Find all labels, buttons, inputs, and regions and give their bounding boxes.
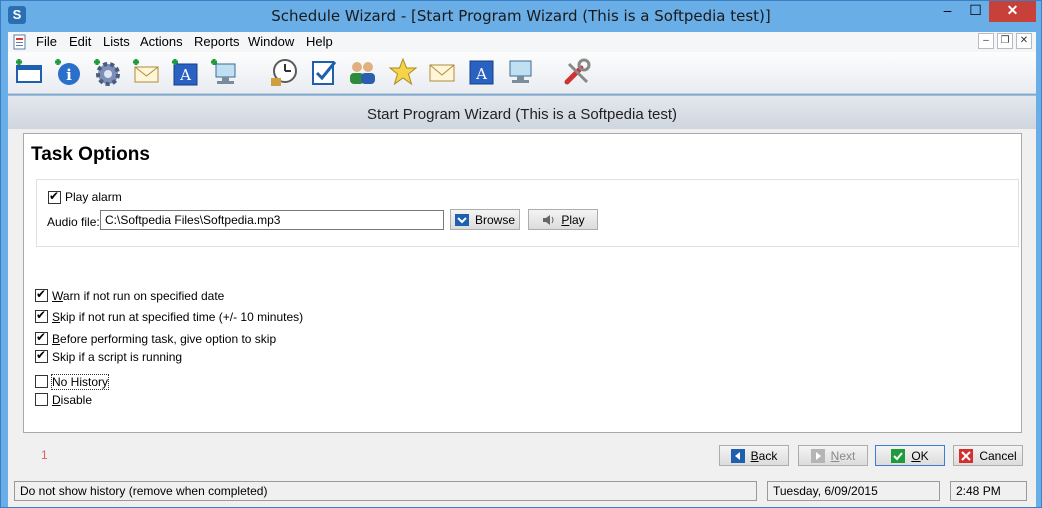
mdi-restore-button[interactable]: ❐ bbox=[997, 33, 1013, 49]
page-number: 1 bbox=[41, 448, 48, 462]
status-message: Do not show history (remove when complet… bbox=[14, 481, 757, 501]
give-option-skip-checkbox[interactable] bbox=[35, 330, 48, 345]
clock-icon[interactable] bbox=[268, 56, 300, 88]
new-event-icon[interactable] bbox=[13, 56, 45, 88]
toolbar: i A A bbox=[8, 52, 1036, 94]
network-icon[interactable] bbox=[504, 56, 536, 88]
add-email-icon[interactable] bbox=[130, 56, 162, 88]
add-gear-icon[interactable] bbox=[91, 56, 123, 88]
menu-help[interactable]: Help bbox=[306, 34, 333, 49]
cancel-x-icon bbox=[959, 448, 974, 463]
add-message-icon[interactable]: A bbox=[169, 56, 201, 88]
play-alarm-checkbox[interactable] bbox=[48, 189, 61, 204]
menu-lists[interactable]: Lists bbox=[103, 34, 130, 49]
play-alarm-label[interactable]: Play alarm bbox=[65, 190, 122, 204]
section-title: Task Options bbox=[31, 144, 150, 165]
status-bar: Do not show history (remove when complet… bbox=[8, 477, 1036, 507]
wizard-content: Task Options Play alarm Audio file: C:\S… bbox=[8, 129, 1036, 477]
next-label: Next bbox=[830, 448, 856, 463]
next-button[interactable]: Next bbox=[798, 445, 868, 466]
ok-label: OK bbox=[911, 448, 929, 463]
disable-checkbox[interactable] bbox=[35, 393, 48, 406]
mdi-minimize-button[interactable]: – bbox=[978, 33, 994, 49]
star-icon[interactable] bbox=[387, 56, 419, 88]
ok-check-icon bbox=[891, 448, 906, 463]
status-time: 2:48 PM bbox=[950, 481, 1027, 501]
warn-not-run-checkbox[interactable] bbox=[35, 287, 48, 302]
back-arrow-icon bbox=[730, 448, 745, 463]
message-icon[interactable]: A bbox=[465, 56, 497, 88]
menu-actions[interactable]: Actions bbox=[140, 34, 183, 49]
play-label: Play bbox=[561, 212, 585, 227]
svg-text:A: A bbox=[475, 65, 487, 83]
mdi-close-button[interactable]: ✕ bbox=[1016, 33, 1032, 49]
svg-text:i: i bbox=[66, 66, 72, 84]
users-icon[interactable] bbox=[346, 56, 378, 88]
play-button[interactable]: Play bbox=[528, 209, 598, 230]
back-button[interactable]: Back bbox=[719, 445, 789, 466]
task-check-icon[interactable] bbox=[308, 56, 340, 88]
menu-edit[interactable]: Edit bbox=[69, 34, 91, 49]
audio-file-label: Audio file: bbox=[47, 215, 100, 229]
minimize-button[interactable]: – bbox=[934, 1, 961, 22]
cancel-button[interactable]: Cancel bbox=[953, 445, 1023, 466]
task-options-panel: Task Options Play alarm Audio file: C:\S… bbox=[23, 133, 1022, 433]
menu-reports[interactable]: Reports bbox=[194, 34, 240, 49]
menu-bar: File Edit Lists Actions Reports Window H… bbox=[8, 32, 1036, 52]
speaker-icon bbox=[543, 214, 554, 225]
add-network-icon[interactable] bbox=[208, 56, 240, 88]
skip-not-run-checkbox[interactable] bbox=[35, 308, 48, 323]
email-icon[interactable] bbox=[426, 56, 458, 88]
window-title: Schedule Wizard - [Start Program Wizard … bbox=[271, 7, 771, 25]
add-info-icon[interactable]: i bbox=[52, 56, 84, 88]
menu-window[interactable]: Window bbox=[248, 34, 294, 49]
alarm-group: Play alarm Audio file: C:\Softpedia File… bbox=[36, 179, 1019, 247]
no-history-checkbox[interactable] bbox=[35, 375, 48, 388]
skip-script-running-label[interactable]: Skip if a script is running bbox=[52, 350, 182, 364]
wizard-title: Start Program Wizard (This is a Softpedi… bbox=[366, 106, 678, 123]
audio-file-input[interactable]: C:\Softpedia Files\Softpedia.mp3 bbox=[100, 210, 444, 230]
no-history-label[interactable]: No History bbox=[50, 374, 110, 390]
application-window: S Schedule Wizard - [Start Program Wizar… bbox=[0, 0, 1042, 508]
menu-file[interactable]: File bbox=[36, 34, 57, 49]
skip-not-run-label[interactable]: Skip if not run at specified time (+/- 1… bbox=[52, 310, 303, 324]
maximize-button[interactable]: ☐ bbox=[962, 1, 989, 22]
browse-label: Browse bbox=[474, 212, 515, 227]
tools-icon[interactable] bbox=[561, 56, 593, 88]
warn-not-run-label[interactable]: Warn if not run on specified date bbox=[52, 289, 224, 303]
title-bar: S Schedule Wizard - [Start Program Wizar… bbox=[1, 1, 1041, 32]
wizard-header: Start Program Wizard (This is a Softpedi… bbox=[8, 95, 1036, 129]
browse-icon bbox=[454, 213, 469, 226]
cancel-label: Cancel bbox=[979, 448, 1017, 463]
svg-text:A: A bbox=[179, 66, 191, 84]
browse-button[interactable]: Browse bbox=[450, 209, 520, 230]
disable-label[interactable]: Disable bbox=[52, 393, 92, 407]
status-date: Tuesday, 6/09/2015 bbox=[767, 481, 940, 501]
close-button[interactable]: ✕ bbox=[989, 1, 1036, 22]
ok-button[interactable]: OK bbox=[875, 445, 945, 466]
skip-script-running-checkbox[interactable] bbox=[35, 348, 48, 363]
next-arrow-icon bbox=[810, 448, 825, 463]
give-option-skip-label[interactable]: Before performing task, give option to s… bbox=[52, 332, 276, 346]
document-icon[interactable] bbox=[12, 34, 28, 50]
back-label: Back bbox=[750, 448, 778, 463]
